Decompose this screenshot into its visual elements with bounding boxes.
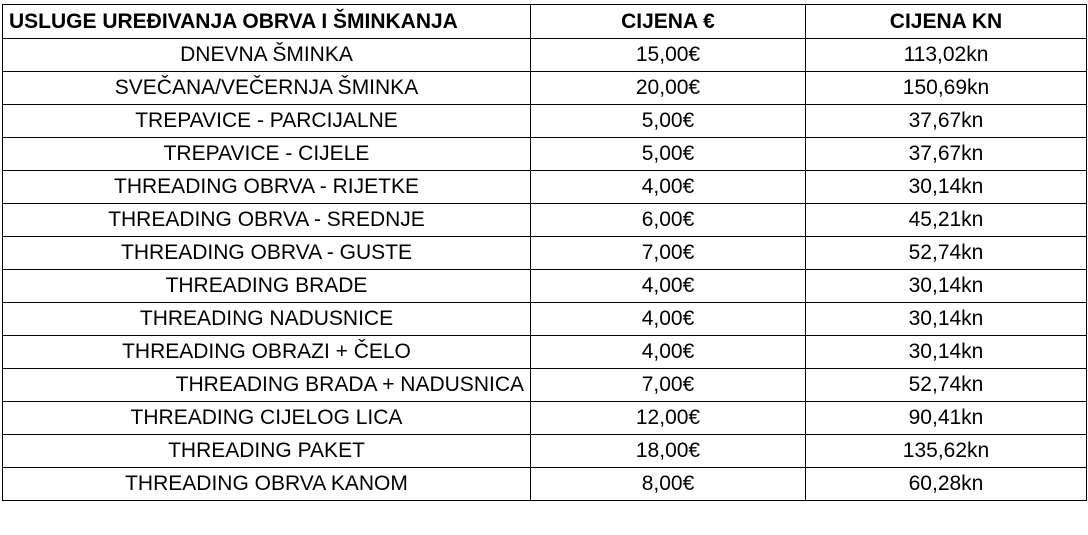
column-header-price-eur: CIJENA € xyxy=(530,4,806,39)
service-name-cell: THREADING PAKET xyxy=(2,434,531,468)
price-eur-cell: 4,00€ xyxy=(530,335,806,369)
price-kn-cell: 37,67kn xyxy=(805,137,1087,171)
price-eur-cell: 5,00€ xyxy=(530,104,806,138)
price-eur-cell: 4,00€ xyxy=(530,302,806,336)
price-eur-cell: 18,00€ xyxy=(530,434,806,468)
table-row: THREADING OBRVA KANOM 8,00€ 60,28kn xyxy=(2,467,1087,501)
table-header: USLUGE UREĐIVANJA OBRVA I ŠMINKANJA CIJE… xyxy=(2,4,1087,39)
table-row: THREADING BRADE 4,00€ 30,14kn xyxy=(2,269,1087,303)
header-row: USLUGE UREĐIVANJA OBRVA I ŠMINKANJA CIJE… xyxy=(2,4,1087,39)
table-row: THREADING OBRVA - GUSTE 7,00€ 52,74kn xyxy=(2,236,1087,270)
table-row: THREADING NADUSNICE 4,00€ 30,14kn xyxy=(2,302,1087,336)
price-eur-cell: 12,00€ xyxy=(530,401,806,435)
service-name-cell: THREADING OBRVA KANOM xyxy=(2,467,531,501)
price-kn-cell: 90,41kn xyxy=(805,401,1087,435)
price-kn-cell: 52,74kn xyxy=(805,368,1087,402)
service-name-cell: THREADING OBRVA - GUSTE xyxy=(2,236,531,270)
price-eur-cell: 20,00€ xyxy=(530,71,806,105)
table-row: TREPAVICE - CIJELE 5,00€ 37,67kn xyxy=(2,137,1087,171)
table-body: DNEVNA ŠMINKA 15,00€ 113,02kn SVEČANA/VE… xyxy=(2,38,1087,501)
price-table: USLUGE UREĐIVANJA OBRVA I ŠMINKANJA CIJE… xyxy=(2,4,1087,501)
price-kn-cell: 37,67kn xyxy=(805,104,1087,138)
price-kn-cell: 135,62kn xyxy=(805,434,1087,468)
service-name-cell: THREADING OBRVA - SREDNJE xyxy=(2,203,531,237)
service-name-cell: THREADING BRADE xyxy=(2,269,531,303)
price-eur-cell: 15,00€ xyxy=(530,38,806,72)
service-name-cell: THREADING OBRAZI + ČELO xyxy=(2,335,531,369)
service-name-cell: TREPAVICE - PARCIJALNE xyxy=(2,104,531,138)
table-row: TREPAVICE - PARCIJALNE 5,00€ 37,67kn xyxy=(2,104,1087,138)
table-row: DNEVNA ŠMINKA 15,00€ 113,02kn xyxy=(2,38,1087,72)
price-eur-cell: 5,00€ xyxy=(530,137,806,171)
service-name-cell: TREPAVICE - CIJELE xyxy=(2,137,531,171)
table-row: THREADING BRADA + NADUSNICA 7,00€ 52,74k… xyxy=(2,368,1087,402)
price-eur-cell: 4,00€ xyxy=(530,269,806,303)
price-kn-cell: 150,69kn xyxy=(805,71,1087,105)
service-name-cell: THREADING BRADA + NADUSNICA xyxy=(2,368,531,402)
service-name-cell: THREADING OBRVA - RIJETKE xyxy=(2,170,531,204)
price-kn-cell: 113,02kn xyxy=(805,38,1087,72)
table-row: THREADING CIJELOG LICA 12,00€ 90,41kn xyxy=(2,401,1087,435)
column-header-price-kn: CIJENA KN xyxy=(805,4,1087,39)
table-row: THREADING OBRVA - RIJETKE 4,00€ 30,14kn xyxy=(2,170,1087,204)
service-name-cell: THREADING CIJELOG LICA xyxy=(2,401,531,435)
price-eur-cell: 6,00€ xyxy=(530,203,806,237)
price-kn-cell: 45,21kn xyxy=(805,203,1087,237)
table-row: THREADING OBRVA - SREDNJE 6,00€ 45,21kn xyxy=(2,203,1087,237)
price-eur-cell: 7,00€ xyxy=(530,368,806,402)
price-eur-cell: 8,00€ xyxy=(530,467,806,501)
price-eur-cell: 7,00€ xyxy=(530,236,806,270)
price-kn-cell: 60,28kn xyxy=(805,467,1087,501)
column-header-service: USLUGE UREĐIVANJA OBRVA I ŠMINKANJA xyxy=(2,4,531,39)
price-kn-cell: 52,74kn xyxy=(805,236,1087,270)
table-row: THREADING PAKET 18,00€ 135,62kn xyxy=(2,434,1087,468)
price-kn-cell: 30,14kn xyxy=(805,170,1087,204)
price-kn-cell: 30,14kn xyxy=(805,335,1087,369)
table-row: THREADING OBRAZI + ČELO 4,00€ 30,14kn xyxy=(2,335,1087,369)
service-name-cell: THREADING NADUSNICE xyxy=(2,302,531,336)
service-name-cell: SVEČANA/VEČERNJA ŠMINKA xyxy=(2,71,531,105)
price-kn-cell: 30,14kn xyxy=(805,302,1087,336)
service-name-cell: DNEVNA ŠMINKA xyxy=(2,38,531,72)
price-kn-cell: 30,14kn xyxy=(805,269,1087,303)
table-row: SVEČANA/VEČERNJA ŠMINKA 20,00€ 150,69kn xyxy=(2,71,1087,105)
price-eur-cell: 4,00€ xyxy=(530,170,806,204)
